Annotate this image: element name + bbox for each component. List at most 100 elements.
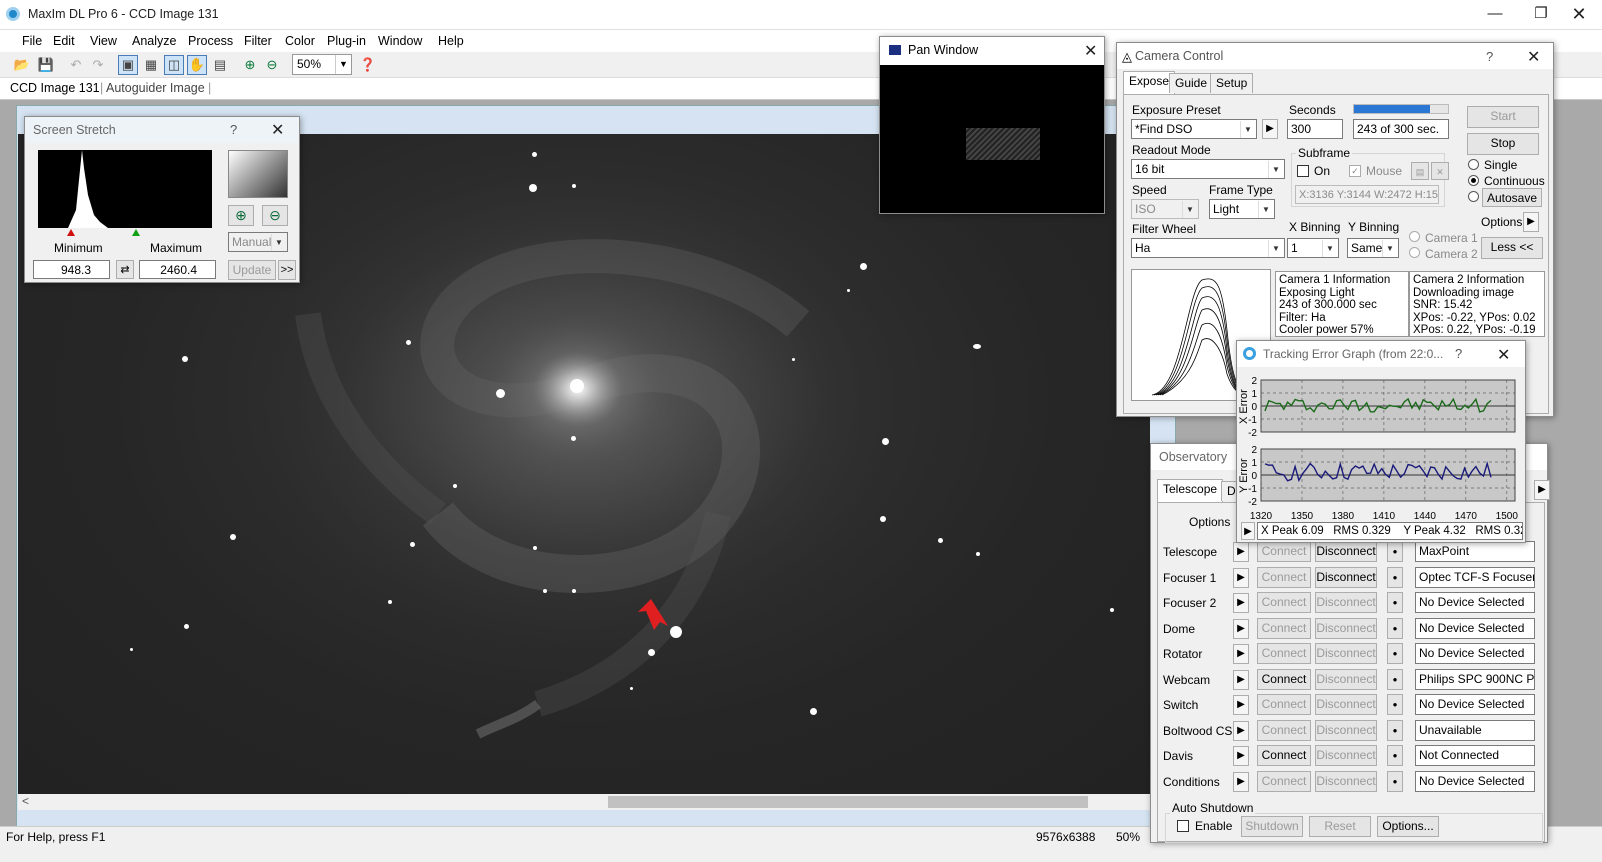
readout-mode-select[interactable]: 16 bit ▼	[1131, 159, 1285, 179]
tab-setup[interactable]: Setup	[1210, 73, 1254, 93]
shutdown-button[interactable]: Shutdown	[1241, 816, 1303, 837]
filter-select[interactable]: Ha ▼	[1131, 238, 1285, 258]
update-button[interactable]: Update	[228, 260, 276, 280]
subframe-clear-icon[interactable]: ✕	[1431, 162, 1449, 180]
redo-icon[interactable]: ↷	[88, 55, 108, 75]
maximum-input[interactable]: 2460.4	[139, 260, 216, 279]
device-setup-icon[interactable]: ●	[1387, 694, 1403, 715]
tab-autoguider-image[interactable]: Autoguider Image	[106, 81, 205, 95]
undo-icon[interactable]: ↶	[66, 55, 86, 75]
device-menu-icon[interactable]: ▶	[1233, 720, 1249, 741]
mode-select[interactable]: Manual ▼	[228, 232, 288, 252]
disconnect-button[interactable]: Disconnect	[1315, 719, 1377, 741]
device-menu-icon[interactable]: ▶	[1233, 695, 1249, 715]
preset-menu-icon[interactable]: ▶	[1262, 119, 1278, 139]
device-setup-icon[interactable]: ●	[1387, 745, 1403, 766]
seconds-input[interactable]: 300	[1287, 119, 1343, 139]
disconnect-button[interactable]: Disconnect	[1315, 770, 1377, 792]
menu-filter[interactable]: Filter	[244, 34, 272, 48]
minimize-button[interactable]: —	[1472, 0, 1518, 30]
start-button[interactable]: Start	[1467, 106, 1539, 128]
stop-button[interactable]: Stop	[1467, 133, 1539, 155]
enable-checkbox[interactable]	[1177, 820, 1189, 832]
connect-button[interactable]: Connect	[1257, 668, 1311, 690]
max-marker[interactable]	[132, 229, 140, 236]
swap-icon[interactable]: ⇄	[116, 260, 134, 279]
camera2-radio[interactable]	[1409, 247, 1420, 258]
device-setup-icon[interactable]: ●	[1387, 592, 1403, 613]
close-icon[interactable]: ✕	[1084, 41, 1097, 61]
menu-window[interactable]: Window	[378, 34, 422, 48]
tab-guide[interactable]: Guide	[1169, 73, 1214, 93]
tracking-menu-icon[interactable]: ▶	[1241, 522, 1255, 540]
context-help-icon[interactable]: ❓	[358, 55, 378, 75]
close-icon[interactable]: ✕	[1527, 47, 1540, 67]
x-binning-select[interactable]: 1 ▼	[1287, 238, 1339, 258]
stretch-zoom-in-icon[interactable]: ⊕	[228, 205, 254, 226]
connect-button[interactable]: Connect	[1257, 592, 1311, 613]
menu-view[interactable]: View	[90, 34, 117, 48]
device-setup-icon[interactable]: ●	[1387, 770, 1403, 792]
device-setup-icon[interactable]: ●	[1387, 668, 1403, 690]
help-icon[interactable]: ?	[230, 122, 237, 137]
menu-file[interactable]: File	[22, 34, 42, 48]
disconnect-button[interactable]: Disconnect	[1315, 592, 1377, 613]
device-menu-icon[interactable]: ▶	[1233, 746, 1249, 766]
device-setup-icon[interactable]: ●	[1387, 643, 1403, 664]
tracking-chart[interactable]: 210-1-2X Error210-1-2Y Error1320 1350 1380…	[1237, 371, 1527, 523]
device-menu-icon[interactable]: ▶	[1233, 771, 1249, 792]
shutdown-options-button[interactable]: Options...	[1377, 816, 1439, 837]
disconnect-button[interactable]: Disconnect	[1315, 694, 1377, 715]
minimum-input[interactable]: 948.3	[33, 260, 110, 279]
fit-icon[interactable]: ▦	[141, 55, 161, 75]
pan-viewport-rect[interactable]	[966, 128, 1040, 160]
tab-ccd-image[interactable]: CCD Image 131	[10, 81, 100, 95]
mouse-checkbox[interactable]: ✓	[1349, 165, 1361, 177]
hand-icon[interactable]: ✋	[187, 55, 207, 75]
connect-button[interactable]: Connect	[1257, 643, 1311, 664]
options-label[interactable]: Options	[1481, 215, 1522, 229]
observatory-expand-icon[interactable]: ▶	[1534, 480, 1550, 500]
less-button[interactable]: Less <<	[1481, 237, 1543, 259]
camera1-radio[interactable]	[1409, 231, 1420, 242]
subframe-on-checkbox[interactable]	[1297, 165, 1309, 177]
disconnect-button[interactable]: Disconnect	[1315, 566, 1377, 588]
menu-analyze[interactable]: Analyze	[132, 34, 176, 48]
reset-button[interactable]: Reset	[1309, 816, 1371, 837]
device-menu-icon[interactable]: ▶	[1233, 669, 1249, 690]
connect-button[interactable]: Connect	[1257, 566, 1311, 588]
device-menu-icon[interactable]: ▶	[1233, 567, 1249, 588]
connect-button[interactable]: Connect	[1257, 617, 1311, 639]
connect-button[interactable]: Connect	[1257, 770, 1311, 792]
scroll-left-icon[interactable]: <	[22, 794, 29, 808]
autosave-radio[interactable]	[1468, 191, 1479, 202]
observatory-options-label[interactable]: Options	[1189, 515, 1230, 529]
scrollbar-thumb[interactable]	[608, 796, 1088, 808]
menu-plugin[interactable]: Plug-in	[327, 34, 366, 48]
image-view-icon[interactable]: ▣	[118, 55, 138, 75]
device-setup-icon[interactable]: ●	[1387, 617, 1403, 639]
close-button[interactable]: ✕	[1556, 0, 1602, 30]
histogram[interactable]	[38, 150, 212, 228]
y-binning-select[interactable]: Same ▼	[1347, 238, 1399, 258]
subframe-select-icon[interactable]: ▤	[1411, 162, 1429, 180]
disconnect-button[interactable]: Disconnect	[1315, 643, 1377, 664]
continuous-radio[interactable]	[1468, 175, 1479, 186]
close-icon[interactable]: ✕	[271, 120, 284, 140]
menu-process[interactable]: Process	[188, 34, 233, 48]
save-icon[interactable]: 💾	[36, 55, 56, 75]
device-menu-icon[interactable]: ▶	[1233, 593, 1249, 613]
tab-telescope[interactable]: Telescope	[1157, 479, 1224, 502]
device-menu-icon[interactable]: ▶	[1233, 644, 1249, 664]
zoom-select[interactable]: 50% ▼	[292, 54, 352, 75]
connect-button[interactable]: Connect	[1257, 541, 1311, 562]
open-icon[interactable]: 📂	[12, 55, 32, 75]
frame-type-select[interactable]: Light ▼	[1209, 199, 1275, 219]
autosave-button[interactable]: Autosave	[1482, 188, 1542, 207]
close-icon[interactable]: ✕	[1497, 345, 1510, 365]
options-menu-icon[interactable]: ▶	[1523, 212, 1539, 232]
properties-icon[interactable]: ▤	[210, 55, 230, 75]
help-icon[interactable]: ?	[1455, 346, 1462, 361]
connect-button[interactable]: Connect	[1257, 745, 1311, 766]
min-marker[interactable]	[67, 229, 75, 236]
